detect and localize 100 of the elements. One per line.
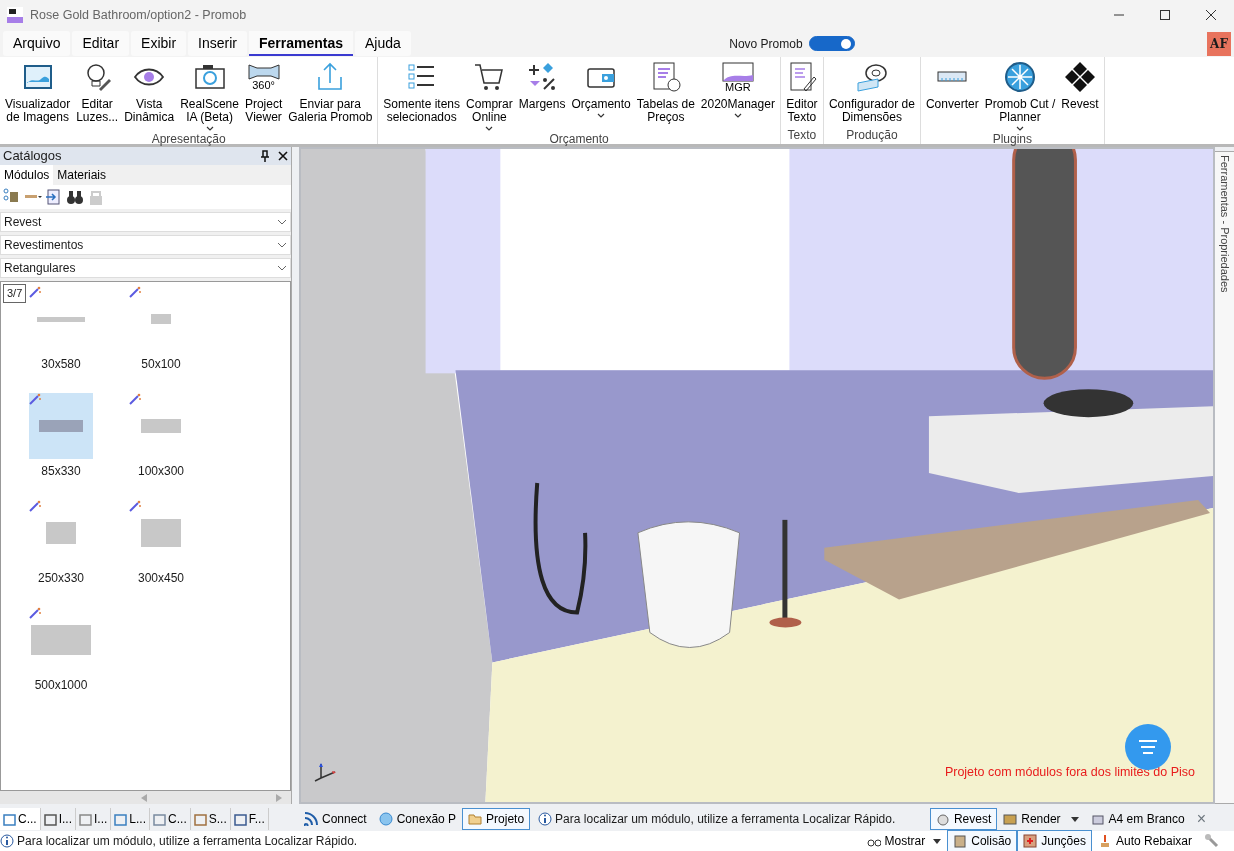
panel-tab[interactable]: L... bbox=[111, 808, 151, 830]
document-tab[interactable]: Render bbox=[997, 808, 1085, 830]
group-label: Plugins bbox=[991, 132, 1033, 148]
panel-tab[interactable]: I... bbox=[40, 808, 76, 830]
group-label: Apresentação bbox=[150, 132, 227, 148]
icon-label: 360° bbox=[252, 80, 275, 90]
panel-tab[interactable]: Módulos bbox=[0, 165, 54, 185]
cart-icon bbox=[473, 61, 506, 93]
menu-tab[interactable]: Inserir bbox=[188, 31, 247, 56]
ribbon-button[interactable]: Revest bbox=[1058, 57, 1102, 132]
ribbon-button[interactable]: Configurador de Dimensões bbox=[825, 57, 918, 128]
tape-measure-icon bbox=[855, 61, 888, 93]
tile-icon bbox=[151, 314, 171, 324]
side-tab[interactable]: Ferramentas - Propriedades bbox=[1214, 151, 1234, 804]
status-toggle[interactable]: Auto Rebaixar bbox=[1091, 830, 1198, 851]
dropdown-field[interactable]: Retangulares bbox=[0, 258, 291, 278]
menu-tab[interactable]: Editar bbox=[72, 31, 130, 56]
ribbon-button[interactable]: MGR 2020Manager bbox=[697, 57, 778, 132]
ribbon-button[interactable]: Tabelas de Preços bbox=[633, 57, 698, 132]
menu-tab[interactable]: Arquivo bbox=[3, 31, 71, 56]
group-label: Texto bbox=[786, 128, 818, 144]
document-tab[interactable]: A4 em Branco bbox=[1084, 808, 1191, 830]
item-label: 500x1000 bbox=[34, 677, 88, 694]
tile-icon bbox=[37, 316, 85, 322]
document-tab[interactable]: Projeto bbox=[462, 808, 531, 830]
wand-icon bbox=[29, 500, 41, 512]
ribbon-button[interactable]: RealScene IA (Beta) bbox=[177, 57, 242, 132]
folder-icon bbox=[468, 812, 483, 826]
rss-icon bbox=[304, 812, 318, 826]
binoculars-icon[interactable] bbox=[66, 188, 84, 206]
menu-tab[interactable]: Ajuda bbox=[355, 31, 411, 56]
tab-icon bbox=[153, 812, 167, 826]
globe-icon bbox=[378, 812, 393, 826]
panel-tab[interactable]: I... bbox=[76, 808, 112, 830]
close-icon[interactable] bbox=[278, 151, 288, 161]
panel-tab[interactable]: S... bbox=[190, 808, 231, 830]
maximize-icon[interactable] bbox=[1159, 9, 1171, 21]
ribbon-button[interactable]: Margens bbox=[515, 57, 569, 132]
panel-tab[interactable]: C... bbox=[0, 808, 41, 830]
ribbon-button[interactable]: Enviar para Galeria Promob bbox=[285, 57, 376, 132]
status-toggle[interactable]: Junções bbox=[1017, 830, 1092, 851]
close-button[interactable]: × bbox=[1190, 805, 1212, 833]
warning-text: Projeto com módulos fora dos limites do Piso bbox=[944, 764, 1195, 782]
info-message: Para localizar um módulo, utilize a ferramenta Localizar Rápido. bbox=[555, 811, 897, 828]
tab-icon bbox=[114, 812, 128, 826]
status-toggle[interactable]: Mostrar bbox=[860, 830, 948, 851]
wand-icon bbox=[129, 286, 141, 298]
wand-icon bbox=[129, 393, 141, 405]
ribbon-button[interactable]: Vista Dinâmica bbox=[121, 57, 178, 132]
panel-tab[interactable]: C... bbox=[150, 808, 191, 830]
import-icon[interactable] bbox=[45, 188, 63, 206]
ribbon-button[interactable]: Comprar Online bbox=[463, 57, 516, 132]
tile-icon bbox=[46, 522, 76, 544]
tile-icon bbox=[141, 519, 181, 547]
chevron-icon bbox=[277, 219, 287, 225]
document-tab[interactable]: Revest bbox=[929, 808, 998, 830]
dropdown-field[interactable]: Revest bbox=[0, 212, 291, 232]
ribbon-button[interactable]: 360° Project Viewer bbox=[241, 57, 286, 132]
scroll-right-icon[interactable] bbox=[275, 793, 283, 802]
pin-icon[interactable] bbox=[260, 150, 270, 162]
ribbon-button[interactable]: Editor Texto bbox=[782, 57, 821, 128]
wand-icon bbox=[129, 500, 141, 512]
info-icon bbox=[538, 812, 553, 826]
chevron-icon bbox=[277, 265, 287, 271]
window-title: Rose Gold Bathroom/option2 - Promob bbox=[30, 6, 248, 24]
tile-icon bbox=[141, 419, 181, 433]
toggle-label: Novo Promob bbox=[729, 35, 803, 53]
ribbon-button[interactable]: Visualizador de Imagens bbox=[2, 57, 74, 132]
status-toggle[interactable]: Colisão bbox=[947, 830, 1018, 851]
item-label: 85x330 bbox=[41, 463, 81, 480]
user-avatar[interactable]: AF bbox=[1207, 31, 1231, 56]
toggle-switch[interactable] bbox=[808, 36, 855, 51]
tile-icon bbox=[39, 420, 83, 432]
ribbon-button[interactable]: Promob Cut / Planner bbox=[981, 57, 1059, 132]
wand-icon bbox=[29, 393, 41, 405]
tab-icon bbox=[193, 812, 207, 826]
monitor-icon bbox=[721, 62, 754, 82]
scroll-left-icon[interactable] bbox=[140, 793, 148, 802]
document-tab[interactable]: Connect bbox=[298, 808, 373, 830]
close-icon[interactable] bbox=[1205, 9, 1217, 21]
item-label: 300x450 bbox=[137, 570, 184, 587]
dropdown-field[interactable]: Revestimentos bbox=[0, 235, 291, 255]
document-tab[interactable]: Conexão P bbox=[372, 808, 463, 830]
wand-icon bbox=[29, 607, 41, 619]
panel-tab[interactable]: F... bbox=[230, 808, 269, 830]
horizontal-scrollbar[interactable] bbox=[0, 791, 291, 804]
ribbon-button[interactable]: Converter bbox=[922, 57, 982, 132]
ribbon-button[interactable]: Somente itens selecionados bbox=[380, 57, 464, 132]
tab-icon bbox=[79, 812, 92, 826]
group-label: Produção bbox=[845, 128, 899, 144]
ribbon-button[interactable]: Orçamento bbox=[568, 57, 634, 132]
tile-thumbnail[interactable] bbox=[29, 393, 93, 459]
ribbon-button[interactable]: Editar Luzes... bbox=[73, 57, 122, 132]
menu-tab[interactable]: Exibir bbox=[131, 31, 187, 56]
item-label: 250x330 bbox=[37, 570, 84, 587]
menu-tab[interactable]: Ferramentas bbox=[248, 31, 353, 56]
tab-icon bbox=[43, 812, 57, 826]
wrench-icon[interactable] bbox=[1204, 833, 1220, 849]
item-label: 100x300 bbox=[137, 463, 184, 480]
tile-icon bbox=[31, 625, 91, 655]
